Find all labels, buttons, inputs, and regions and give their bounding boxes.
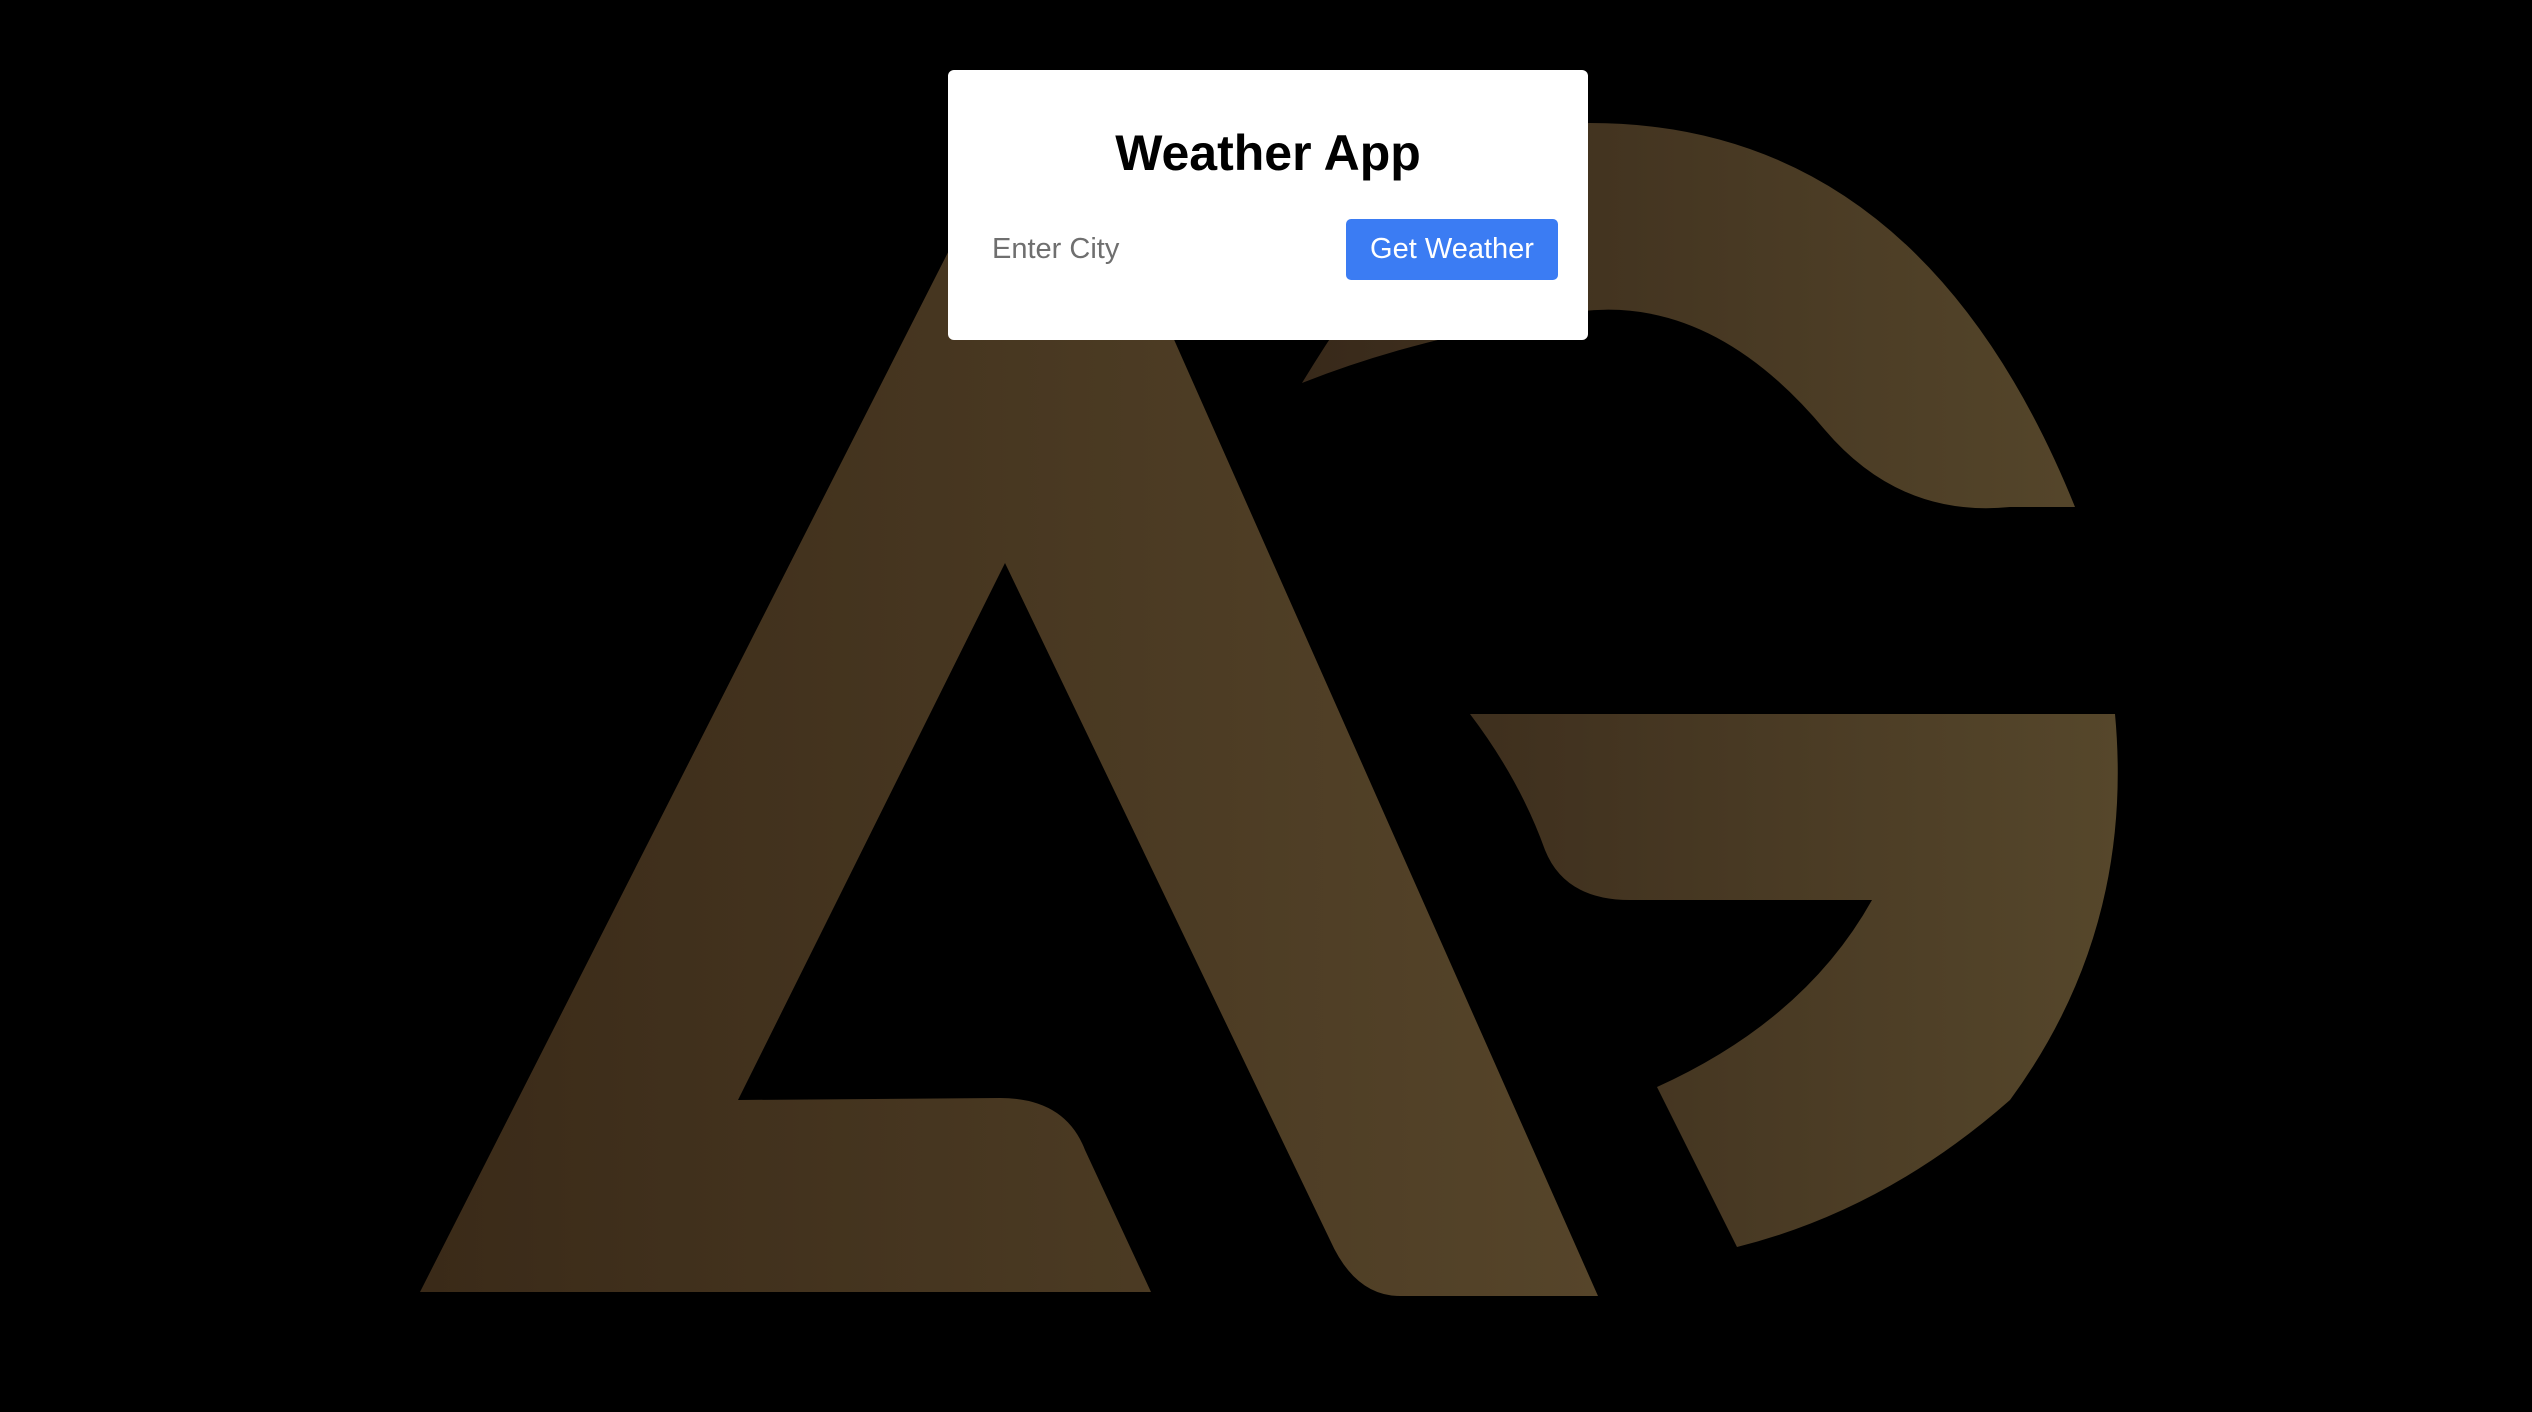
city-input[interactable]: [968, 219, 1288, 279]
get-weather-button[interactable]: Get Weather: [1346, 219, 1558, 280]
page: Weather App Get Weather: [0, 0, 2532, 1412]
weather-card: Weather App Get Weather: [948, 70, 1588, 340]
app-title: Weather App: [1115, 125, 1421, 181]
